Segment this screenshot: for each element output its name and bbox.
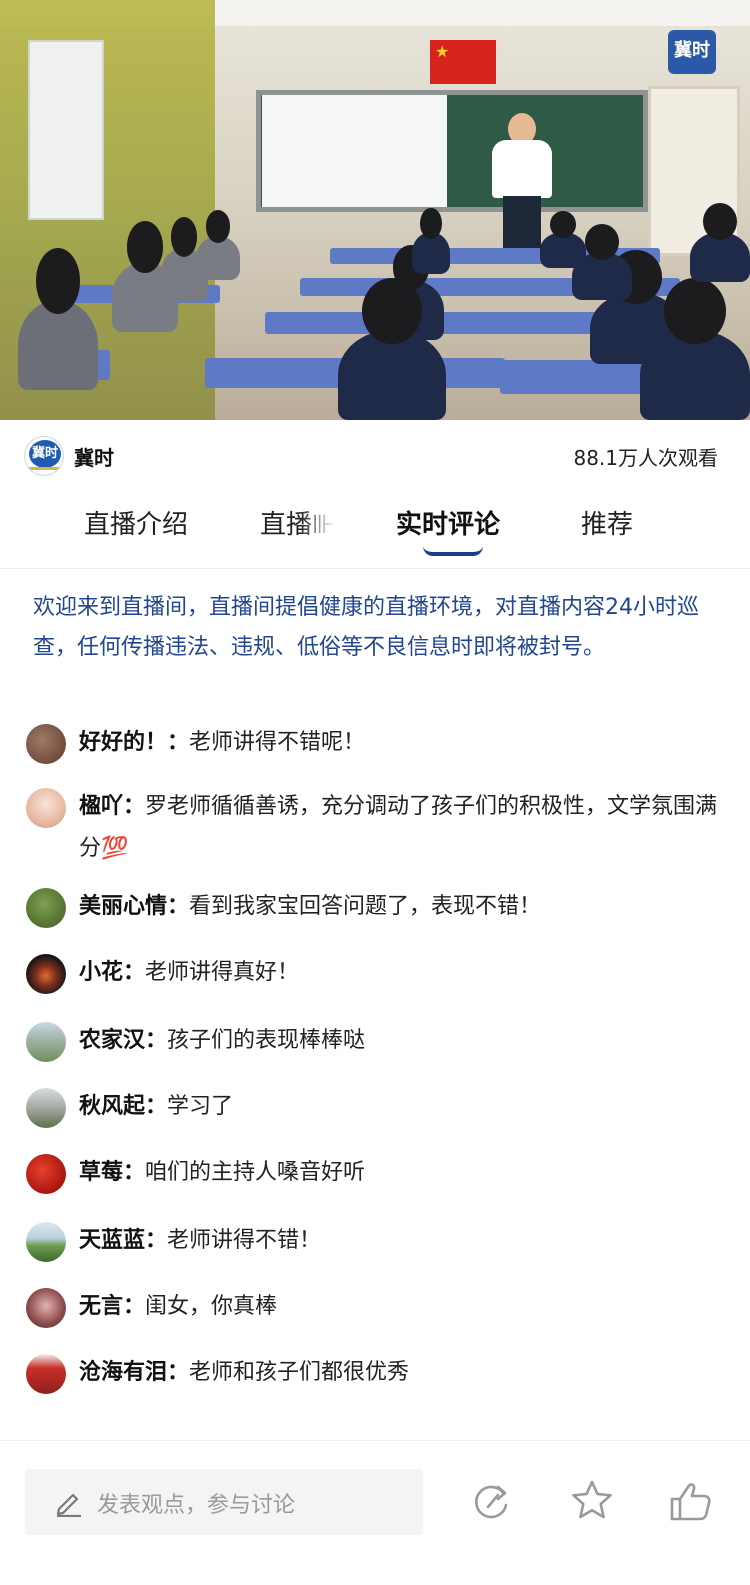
user-avatar[interactable] (26, 788, 66, 828)
video-wall-poster (28, 40, 104, 220)
comment-username[interactable]: 天蓝蓝： (79, 1228, 167, 1253)
live-video-player[interactable]: 冀时 (0, 0, 750, 420)
comment-username[interactable]: 农家汉： (79, 1028, 167, 1053)
star-icon[interactable] (568, 1477, 616, 1525)
comment-body: 美丽心情：看到我家宝回答问题了，表现不错！ (79, 886, 719, 928)
comment-body: 楹吖：罗老师循循善诱，充分调动了孩子们的积极性，文学氛围满分💯 (79, 786, 719, 870)
bottom-action-bar: 发表观点，参与讨论 (0, 1440, 750, 1585)
user-avatar[interactable] (26, 1288, 66, 1328)
channel-logo-mark: 冀时 (29, 440, 61, 468)
comment-input-placeholder: 发表观点，参与讨论 (97, 1493, 296, 1518)
comment-input[interactable]: 发表观点，参与讨论 (25, 1469, 423, 1535)
user-avatar[interactable] (26, 1022, 66, 1062)
video-student (196, 210, 240, 280)
video-student (540, 211, 586, 268)
view-count: 88.1万人次观看 (573, 446, 718, 470)
user-avatar[interactable] (26, 724, 66, 764)
video-teacher-legs (503, 196, 541, 248)
comment-text: 老师讲得不错呢！ (189, 730, 366, 755)
tab-active-indicator (423, 546, 483, 556)
comment-username[interactable]: 秋风起： (79, 1094, 167, 1119)
channel-logo-stripe (29, 467, 61, 470)
comment-text: 老师和孩子们都很优秀 (189, 1360, 410, 1385)
comment-username[interactable]: 草莓： (79, 1160, 145, 1185)
comment-text: 罗老师循循善诱，充分调动了孩子们的积极性，文学氛围满分💯 (79, 794, 718, 861)
video-watermark-logo: 冀时 (668, 30, 716, 74)
comment-body: 好好的！：老师讲得不错呢！ (79, 722, 719, 764)
tab-fade (300, 500, 340, 540)
channel-avatar[interactable]: 冀时 (24, 436, 64, 476)
like-icon[interactable] (666, 1477, 714, 1525)
comment-username[interactable]: 好好的！： (79, 730, 189, 755)
tab-live-intro[interactable]: 直播介绍 (84, 504, 188, 541)
comment-text: 孩子们的表现棒棒哒 (167, 1028, 366, 1053)
video-student (640, 277, 750, 420)
user-avatar[interactable] (26, 1154, 66, 1194)
user-avatar[interactable] (26, 1088, 66, 1128)
video-teacher (492, 140, 552, 198)
comment-text: 学习了 (167, 1094, 234, 1119)
tab-live-comments[interactable]: 实时评论 (396, 504, 500, 541)
comment-text: 咱们的主持人嗓音好听 (145, 1160, 366, 1185)
channel-name[interactable]: 冀时 (74, 442, 114, 471)
video-desk (500, 360, 650, 394)
video-student (18, 247, 98, 390)
share-icon[interactable] (468, 1477, 516, 1525)
comment-body: 草莓：咱们的主持人嗓音好听 (79, 1152, 719, 1194)
user-avatar[interactable] (26, 954, 66, 994)
video-student (412, 207, 450, 274)
comment-body: 无言：闺女，你真棒 (79, 1286, 719, 1328)
comment-text: 老师讲得不错！ (167, 1228, 322, 1253)
comment-body: 农家汉：孩子们的表现棒棒哒 (79, 1020, 719, 1062)
comment-text: 闺女，你真棒 (145, 1294, 278, 1319)
video-flag (430, 40, 496, 84)
comment-username[interactable]: 小花： (79, 960, 145, 985)
user-avatar[interactable] (26, 1354, 66, 1394)
video-projection-screen (262, 95, 447, 207)
tab-bar: 直播介绍 直播⊪ 实时评论 推荐 (0, 490, 750, 560)
user-avatar[interactable] (26, 888, 66, 928)
comment-username[interactable]: 美丽心情： (79, 894, 189, 919)
comment-text: 老师讲得真好！ (145, 960, 300, 985)
comment-body: 小花：老师讲得真好！ (79, 952, 719, 994)
pencil-icon (56, 1493, 81, 1517)
comment-body: 沧海有泪：老师和孩子们都很优秀 (79, 1352, 719, 1394)
comment-username[interactable]: 无言： (79, 1294, 145, 1319)
comment-text: 看到我家宝回答问题了，表现不错！ (189, 894, 542, 919)
tab-recommend[interactable]: 推荐 (581, 504, 633, 541)
comment-body: 天蓝蓝：老师讲得不错！ (79, 1220, 719, 1262)
channel-info: 冀时 冀时 88.1万人次观看 (24, 436, 726, 476)
comment-username[interactable]: 沧海有泪： (79, 1360, 189, 1385)
comment-body: 秋风起：学习了 (79, 1086, 719, 1128)
tab-divider (0, 568, 750, 569)
live-room-notice: 欢迎来到直播间，直播间提倡健康的直播环境，对直播内容24小时巡查，任何传播违法、… (33, 595, 699, 660)
video-student (690, 203, 750, 282)
comment-username[interactable]: 楹吖： (79, 794, 145, 819)
user-avatar[interactable] (26, 1222, 66, 1262)
video-student (338, 277, 446, 420)
